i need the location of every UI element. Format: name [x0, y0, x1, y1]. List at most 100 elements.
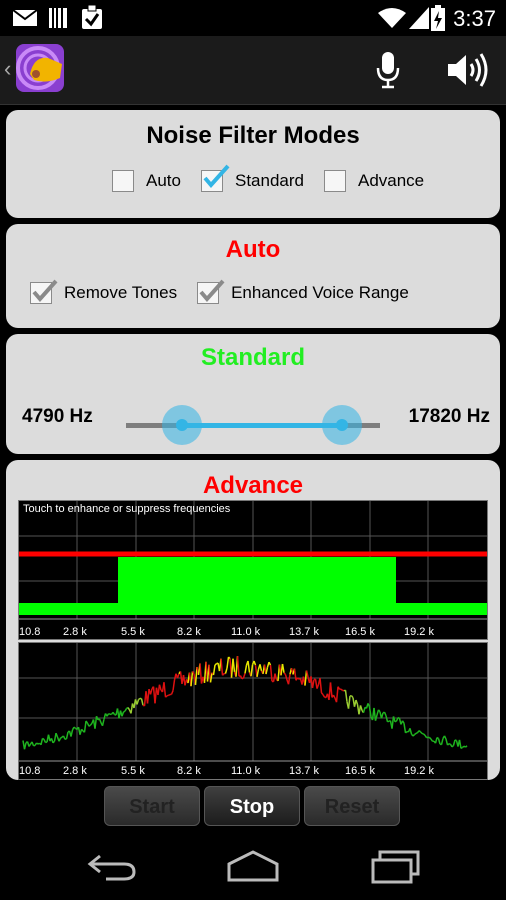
battery-charging-icon	[431, 5, 445, 31]
spectrum-segment	[242, 673, 246, 679]
advance-mode-checkbox[interactable]	[323, 170, 346, 192]
spectrum-segment	[23, 742, 27, 750]
spectrum-segment	[64, 738, 67, 741]
spectrum-segment	[58, 737, 62, 742]
spectrum-segment	[146, 688, 150, 704]
home-icon[interactable]	[226, 850, 280, 882]
auto-mode-checkbox[interactable]	[112, 170, 134, 192]
spectrum-segment	[163, 682, 167, 698]
spectrum-segment	[106, 713, 110, 717]
spectrum-segment	[170, 690, 174, 695]
high-frequency-thumb[interactable]	[321, 405, 362, 445]
spectrum-segment	[305, 670, 309, 678]
spectrum-segment	[123, 710, 126, 713]
spectrum-segment	[284, 674, 288, 681]
spectrum-segment	[236, 656, 240, 677]
spectrum-segment	[212, 664, 216, 676]
recent-apps-icon[interactable]	[370, 850, 422, 884]
slider-active-range	[181, 423, 342, 428]
spectrum-segment	[419, 731, 423, 734]
tick-label: 8.2 k	[177, 626, 201, 638]
spectrum-segment	[42, 737, 45, 740]
spectrum-segment	[436, 736, 439, 740]
check-icon	[32, 279, 58, 303]
spectrum-segment	[329, 682, 333, 698]
spectrum-segment	[244, 664, 248, 674]
modes-panel: Noise Filter Modes Auto Standard Advance	[6, 110, 500, 218]
spectrum-segment	[446, 743, 450, 746]
spectrum-segment	[40, 738, 44, 745]
stop-button[interactable]: Stop	[204, 786, 300, 826]
app-logo-icon[interactable]	[16, 44, 64, 92]
standard-mode-checkbox[interactable]	[200, 164, 230, 192]
spectrum-segment	[226, 656, 230, 669]
spectrum-segment	[347, 695, 351, 709]
spectrum-segment	[124, 708, 128, 712]
low-frequency-thumb[interactable]	[161, 405, 202, 445]
spectrum-segment	[31, 741, 35, 747]
reset-button[interactable]: Reset	[304, 786, 400, 826]
up-caret-icon[interactable]: ‹	[4, 56, 11, 82]
spectrum-segment	[385, 715, 389, 722]
spectrum-segment	[448, 742, 451, 745]
spectrum-segment	[409, 728, 413, 735]
spectrum-segment	[101, 719, 105, 726]
auto-panel: Auto Remove Tones Enhanced Voice Range	[6, 224, 500, 328]
low-frequency-label: 4790 Hz	[22, 406, 93, 427]
spectrum-segment	[460, 746, 463, 750]
spectrum-segment	[350, 695, 354, 699]
remove-tones-label: Remove Tones	[64, 283, 178, 302]
spectrum-segment	[247, 660, 251, 673]
modes-options: Auto Standard Advance	[112, 164, 444, 192]
spectrum-segment	[281, 663, 285, 673]
spectrum-segment	[259, 664, 263, 672]
tick-label: 11.0 k	[231, 765, 261, 777]
spectrum-segment	[293, 668, 297, 681]
tick-label: 5.5 k	[121, 626, 145, 638]
spectrum-segment	[362, 707, 366, 713]
spectrum-segment	[454, 739, 457, 742]
spectrum-segment	[428, 736, 432, 740]
spectrum-segment	[166, 694, 169, 697]
spectrum-segment	[316, 684, 320, 689]
spectrum-segment	[452, 739, 456, 746]
spectrum-segment	[121, 711, 125, 717]
spectrum-segment	[414, 732, 417, 736]
gmail-icon	[12, 9, 38, 26]
spectrum-segment	[220, 658, 224, 676]
standard-mode-label: Standard	[234, 171, 304, 190]
spectrum-segment	[458, 739, 462, 749]
microphone-icon[interactable]	[372, 50, 404, 90]
tick-label: 10.8	[19, 765, 41, 777]
enhanced-voice-range-checkbox[interactable]	[197, 279, 225, 304]
spectrum-segment	[451, 744, 455, 748]
auto-title: Auto	[225, 236, 281, 263]
spectrum-segment	[199, 663, 203, 684]
spectrum-segment	[355, 699, 359, 705]
spectrum-segment	[332, 694, 336, 699]
spectrum-segment	[322, 694, 326, 698]
spectrum-segment	[209, 672, 213, 683]
frequency-range-slider[interactable]	[126, 405, 380, 445]
remove-tones-checkbox[interactable]	[30, 279, 58, 304]
tick-label: 11.0 k	[231, 626, 261, 638]
spectrum-segment	[412, 734, 416, 737]
spectrum-segment	[335, 686, 339, 703]
spectrum-segment	[70, 729, 74, 737]
filter-graph-canvas[interactable]	[19, 501, 487, 639]
spectrum-segment	[60, 736, 63, 739]
tick-label: 13.7 k	[289, 765, 319, 777]
action-bar: ‹	[0, 36, 506, 105]
spectrum-segment	[224, 668, 228, 674]
filter-graph[interactable]: Touch to enhance or suppress frequencies…	[18, 500, 488, 640]
start-button[interactable]: Start	[104, 786, 200, 826]
speaker-icon[interactable]	[446, 52, 488, 88]
spectrum-graph: 10.8 2.8 k 5.5 k 8.2 k 11.0 k 13.7 k 16.…	[18, 642, 488, 780]
advance-panel: Advance Touch to enhance or suppress fre…	[6, 460, 500, 780]
tick-label: 19.2 k	[404, 626, 434, 638]
spectrum-segment	[265, 666, 269, 675]
spectrum-segment	[232, 658, 236, 673]
barcode-icon	[49, 8, 67, 28]
clipboard-check-icon	[82, 4, 102, 29]
back-icon[interactable]	[86, 852, 138, 882]
